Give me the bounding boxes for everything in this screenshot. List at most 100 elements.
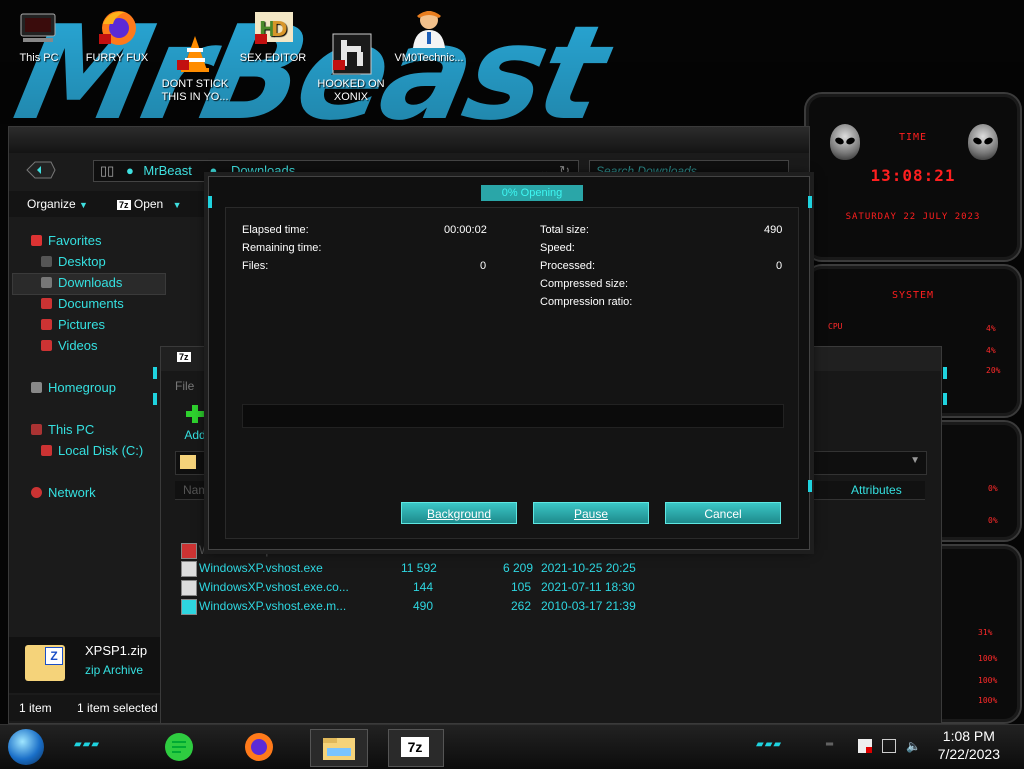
file-icon (181, 543, 197, 559)
folder-icon: ▯▯ (100, 163, 115, 178)
breadcrumb-mrbeast[interactable]: MrBeast (143, 163, 191, 178)
nav-item-videos[interactable]: Videos (41, 338, 98, 353)
network-icon[interactable] (882, 739, 896, 753)
date-display: SATURDAY 22 JULY 2023 (845, 212, 981, 222)
folder-up-icon[interactable] (180, 455, 196, 469)
menu-file[interactable]: File (175, 379, 194, 393)
desktop-icon-hooked-on-xonix[interactable]: HOOKED ON XONIX (314, 6, 388, 117)
hxd-icon: HD (251, 6, 295, 50)
dialog-title: 0% Opening (481, 185, 583, 201)
nav-item-desktop[interactable]: Desktop (41, 254, 106, 269)
nav-item-network[interactable]: Network (31, 485, 96, 500)
show-hidden-icons[interactable]: ═ (826, 739, 840, 753)
explorer-title-bar[interactable] (9, 127, 809, 153)
cpu-label: CPU (828, 322, 843, 331)
start-button[interactable] (8, 729, 44, 765)
file-modified: 2010-03-17 21:39 (541, 599, 636, 613)
taskbar-notes-app[interactable] (156, 729, 202, 765)
details-pane: Z XPSP1.zip zip Archive (9, 637, 165, 693)
frame-accent (208, 196, 212, 208)
svg-text:D: D (271, 17, 288, 41)
this-pc-icon (17, 6, 61, 50)
background-button-label: Background (426, 507, 492, 521)
desktop-icon-label: VM0Technic... (394, 52, 464, 64)
doctor-icon (407, 6, 451, 50)
file-size: 144 (413, 580, 434, 594)
network-icon (31, 487, 42, 498)
frame-accent (808, 480, 812, 492)
desktop-icon-vm0technic[interactable]: VM0Technic... (392, 6, 466, 65)
cancel-button[interactable]: Cancel (665, 502, 781, 524)
file-size: 11 592 (401, 561, 437, 575)
desktop-icon-this-pc[interactable]: This PC (2, 6, 76, 65)
nav-item-this-pc[interactable]: This PC (31, 422, 94, 437)
nav-item-local-disk[interactable]: Local Disk (C:) (41, 443, 143, 458)
clock-time: 1:08 PM (942, 728, 995, 744)
manifest-file-icon (181, 599, 197, 615)
cpu-value: 4% (986, 324, 996, 333)
nav-item-downloads[interactable]: Downloads (41, 275, 122, 290)
pause-button[interactable]: Pause (533, 502, 649, 524)
details-file-name: XPSP1.zip (85, 643, 148, 658)
nav-item-favorites[interactable]: Favorites (31, 233, 101, 248)
open-button[interactable]: 7z Open ▼ (117, 197, 181, 211)
background-button[interactable]: Background (401, 502, 517, 524)
config-file-icon (181, 580, 197, 596)
column-attributes[interactable]: Attributes (851, 483, 902, 497)
chevron-down-icon: ▼ (79, 200, 88, 210)
drive-value: 100% (978, 676, 998, 685)
file-name: WindowsXP.vshost.exe.m... (199, 599, 347, 613)
frame-accent: ▰▰▰ (756, 739, 783, 750)
desktop-icon-furry-fux[interactable]: FURRY FUX (80, 6, 154, 65)
volume-icon[interactable]: 🔈 (906, 739, 921, 753)
cpu-value: 20% (986, 366, 1001, 375)
7zip-icon: 7z (117, 200, 131, 210)
downloads-icon (41, 277, 52, 288)
desktop-icon-label: HOOKED ON XONIX (317, 78, 385, 103)
desktop-icon-vlc[interactable]: DONT STICK THIS IN YO... (158, 6, 232, 117)
processed-value: 0 (776, 260, 783, 272)
file-name: WindowsXP.vshost.exe.co... (199, 580, 349, 594)
nav-item-label: Local Disk (C:) (58, 443, 144, 458)
taskbar-7zip-app[interactable]: 7z (388, 729, 444, 767)
organize-label: Organize (27, 197, 76, 211)
nav-item-label: Favorites (48, 233, 102, 248)
desktop-icon-sex-editor[interactable]: HD SEX EDITOR (236, 6, 310, 65)
time-title: TIME (898, 132, 928, 143)
nav-item-label: Homegroup (48, 380, 116, 395)
pause-button-label: Pause (573, 507, 609, 521)
frame-accent: ▰▰▰ (74, 739, 101, 750)
processed-label: Processed: (540, 260, 596, 272)
meter-value: 0% (988, 484, 998, 493)
extract-progress-dialog: 0% Opening Elapsed time: 00:00:02 Remain… (208, 176, 810, 550)
nav-item-label: Documents (58, 296, 124, 311)
nav-item-homegroup[interactable]: Homegroup (31, 380, 116, 395)
taskbar-firefox-app[interactable] (236, 729, 282, 765)
compressed-size-label: Compressed size: (540, 278, 629, 290)
cpu-value: 4% (986, 346, 996, 355)
nav-item-documents[interactable]: Documents (41, 296, 124, 311)
elapsed-value: 00:00:02 (444, 224, 487, 236)
system-clock[interactable]: 1:08 PM 7/22/2023 (938, 727, 1000, 763)
cancel-button-label: Cancel (704, 507, 742, 521)
desktop-icon-label: FURRY FUX (85, 52, 149, 64)
file-modified: 2021-07-11 18:30 (541, 580, 635, 594)
clock-date: 7/22/2023 (937, 746, 1000, 762)
nav-item-label: Network (48, 485, 96, 500)
nav-item-pictures[interactable]: Pictures (41, 317, 105, 332)
taskbar-explorer-app[interactable] (310, 729, 368, 767)
files-value: 0 (480, 260, 487, 272)
time-gadget: TIME 13:08:21 SATURDAY 22 JULY 2023 (804, 92, 1022, 262)
back-forward-icon[interactable] (23, 159, 57, 181)
organize-button[interactable]: Organize ▼ (27, 197, 88, 211)
desktop-icon-label: This PC (19, 52, 59, 64)
firefox-icon (95, 6, 139, 50)
desktop-icon-label: SEX EDITOR (239, 52, 307, 64)
this-pc-icon (31, 424, 42, 435)
files-label: Files: (242, 260, 269, 272)
notes-icon (165, 733, 193, 761)
status-selected-count: 1 item selected (77, 701, 158, 715)
chevron-down-icon[interactable]: ▼ (910, 455, 920, 466)
action-center-flag-icon[interactable] (858, 739, 872, 753)
frame-accent (943, 367, 947, 379)
